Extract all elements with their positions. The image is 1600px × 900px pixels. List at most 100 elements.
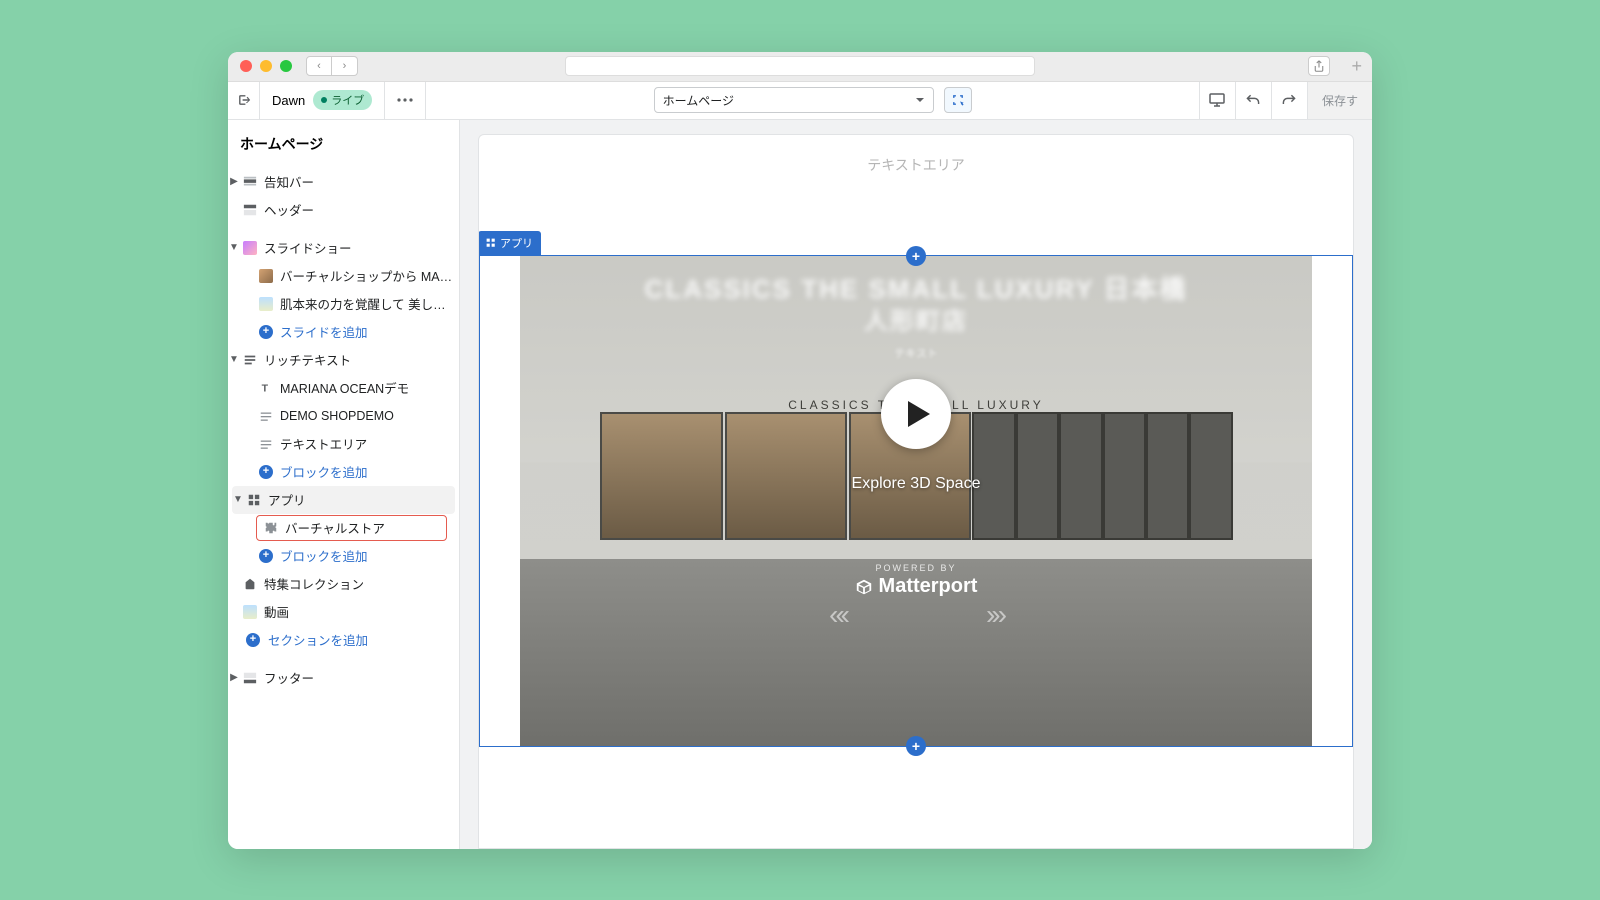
text-icon	[258, 436, 274, 452]
desktop-icon	[1209, 93, 1225, 107]
footer-icon	[242, 670, 258, 686]
sidebar-item-label: 動画	[264, 602, 453, 621]
sidebar-block-virtualstore[interactable]: バーチャルストア	[228, 514, 459, 542]
play-button[interactable]	[881, 379, 951, 449]
dots-icon	[397, 98, 413, 102]
heading-icon: T	[258, 380, 274, 396]
sidebar-block-label: DEMO SHOPDEMO	[280, 409, 453, 423]
nav-buttons: ‹ ›	[306, 56, 358, 76]
section-tag-label: アプリ	[500, 235, 533, 251]
embed-subtext: テキスト	[894, 345, 938, 361]
sidebar-block-label: バーチャルストア	[285, 518, 446, 537]
add-block-button-richtext[interactable]: + ブロックを追加	[228, 458, 459, 486]
canvas: テキストエリア アプリ + CLASSICS THE SMALL LUXURY	[460, 120, 1372, 849]
road-arrows: «‹›»	[520, 599, 1312, 631]
exit-icon	[237, 93, 251, 107]
sidebar-item-label: アプリ	[268, 490, 453, 509]
sidebar-block-label: バーチャルショップから MARI…	[280, 266, 453, 285]
sidebar-item-announcement[interactable]: ▶ 告知バー	[228, 168, 459, 196]
page-selector-group: ホームページ	[654, 87, 972, 113]
powered-by: POWERED BY Matterport	[855, 563, 978, 598]
chevron-down-icon	[915, 95, 925, 105]
slideshow-icon	[242, 240, 258, 256]
sidebar-block-rt1[interactable]: T MARIANA OCEANデモ	[228, 374, 459, 402]
add-label: ブロックを追加	[280, 462, 453, 481]
app-topbar: Dawn ライブ ホームページ 保存す	[228, 82, 1372, 120]
sidebar-item-footer[interactable]: ▶ フッター	[228, 664, 459, 692]
close-icon[interactable]	[240, 60, 252, 72]
caret-right-icon: ▶	[228, 176, 240, 187]
sidebar: ホームページ ▶ 告知バー ▶ ヘッダー ▼ スライドショー バーチャルショップ…	[228, 120, 460, 849]
caret-down-icon: ▼	[228, 354, 240, 365]
back-button[interactable]: ‹	[306, 56, 332, 76]
share-icon	[1313, 60, 1325, 72]
sidebar-item-slideshow[interactable]: ▼ スライドショー	[228, 234, 459, 262]
sidebar-block-slide1[interactable]: バーチャルショップから MARI…	[228, 262, 459, 290]
theme-name: Dawn	[272, 93, 305, 108]
sidebar-block-rt3[interactable]: テキストエリア	[228, 430, 459, 458]
embed-title: CLASSICS THE SMALL LUXURY 日本橋 人形町店	[645, 273, 1188, 338]
sidebar-item-label: スライドショー	[264, 238, 453, 257]
matterport-icon	[855, 578, 873, 596]
sidebar-item-header[interactable]: ▶ ヘッダー	[228, 196, 459, 224]
viewport-desktop-button[interactable]	[1199, 82, 1235, 119]
collection-icon	[242, 576, 258, 592]
add-label: スライドを追加	[280, 322, 453, 341]
add-before-button[interactable]: +	[906, 246, 926, 266]
section-tag[interactable]: アプリ	[478, 231, 541, 255]
add-label: セクションを追加	[268, 630, 453, 649]
svg-text:T: T	[262, 382, 269, 394]
page-selector-label: ホームページ	[663, 92, 734, 109]
add-tab-button[interactable]: +	[1351, 56, 1362, 77]
sidebar-block-label: 肌本来の力を覚醒して 美しさ…	[280, 294, 453, 313]
main: ホームページ ▶ 告知バー ▶ ヘッダー ▼ スライドショー バーチャルショップ…	[228, 120, 1372, 849]
sidebar-item-apps[interactable]: ▼ アプリ	[232, 486, 455, 514]
share-button[interactable]	[1308, 56, 1330, 76]
announcement-icon	[242, 174, 258, 190]
sidebar-item-label: ヘッダー	[264, 200, 453, 219]
undo-button[interactable]	[1235, 82, 1271, 119]
add-slide-button[interactable]: + スライドを追加	[228, 318, 459, 346]
add-after-button[interactable]: +	[906, 736, 926, 756]
more-button[interactable]	[385, 82, 426, 119]
inspector-button[interactable]	[944, 87, 972, 113]
caret-down-icon: ▼	[232, 494, 244, 505]
undo-icon	[1245, 92, 1261, 108]
header-icon	[242, 202, 258, 218]
image-icon	[258, 268, 274, 284]
sidebar-item-featured[interactable]: ▶ 特集コレクション	[228, 570, 459, 598]
add-icon: +	[258, 548, 274, 564]
sidebar-block-rt2[interactable]: DEMO SHOPDEMO	[228, 402, 459, 430]
sidebar-item-label: 特集コレクション	[264, 574, 453, 593]
titlebar: ‹ › +	[228, 52, 1372, 82]
preview-frame[interactable]: テキストエリア アプリ + CLASSICS THE SMALL LUXURY	[478, 134, 1354, 849]
add-section-button[interactable]: + セクションを追加	[228, 626, 459, 654]
status-badge: ライブ	[313, 90, 372, 110]
redo-button[interactable]	[1271, 82, 1307, 119]
matterport-embed[interactable]: CLASSICS THE SMALL LUXURY «‹›» CLASSICS …	[480, 256, 1352, 746]
sidebar-block-slide2[interactable]: 肌本来の力を覚醒して 美しさ…	[228, 290, 459, 318]
browser-window: ‹ › + Dawn ライブ ホームページ	[228, 52, 1372, 849]
url-bar[interactable]	[565, 56, 1035, 76]
add-icon: +	[246, 633, 260, 647]
sidebar-title: ホームページ	[228, 120, 459, 168]
text-section-icon	[242, 352, 258, 368]
add-icon: +	[258, 324, 274, 340]
exit-editor-button[interactable]	[228, 82, 260, 119]
app-section[interactable]: + CLASSICS THE SMALL LUXURY «‹›»	[479, 255, 1353, 747]
video-icon	[242, 604, 258, 620]
add-icon: +	[258, 464, 274, 480]
forward-button[interactable]: ›	[332, 56, 358, 76]
puzzle-icon	[263, 520, 279, 536]
minimize-icon[interactable]	[260, 60, 272, 72]
sidebar-item-label: リッチテキスト	[264, 350, 453, 369]
image-icon	[258, 296, 274, 312]
add-block-button-apps[interactable]: + ブロックを追加	[228, 542, 459, 570]
page-selector[interactable]: ホームページ	[654, 87, 934, 113]
sidebar-block-label: MARIANA OCEANデモ	[280, 378, 453, 397]
caret-down-icon: ▼	[228, 242, 240, 253]
maximize-icon[interactable]	[280, 60, 292, 72]
save-button[interactable]: 保存す	[1307, 82, 1372, 119]
sidebar-item-video[interactable]: ▶ 動画	[228, 598, 459, 626]
sidebar-item-richtext[interactable]: ▼ リッチテキスト	[228, 346, 459, 374]
